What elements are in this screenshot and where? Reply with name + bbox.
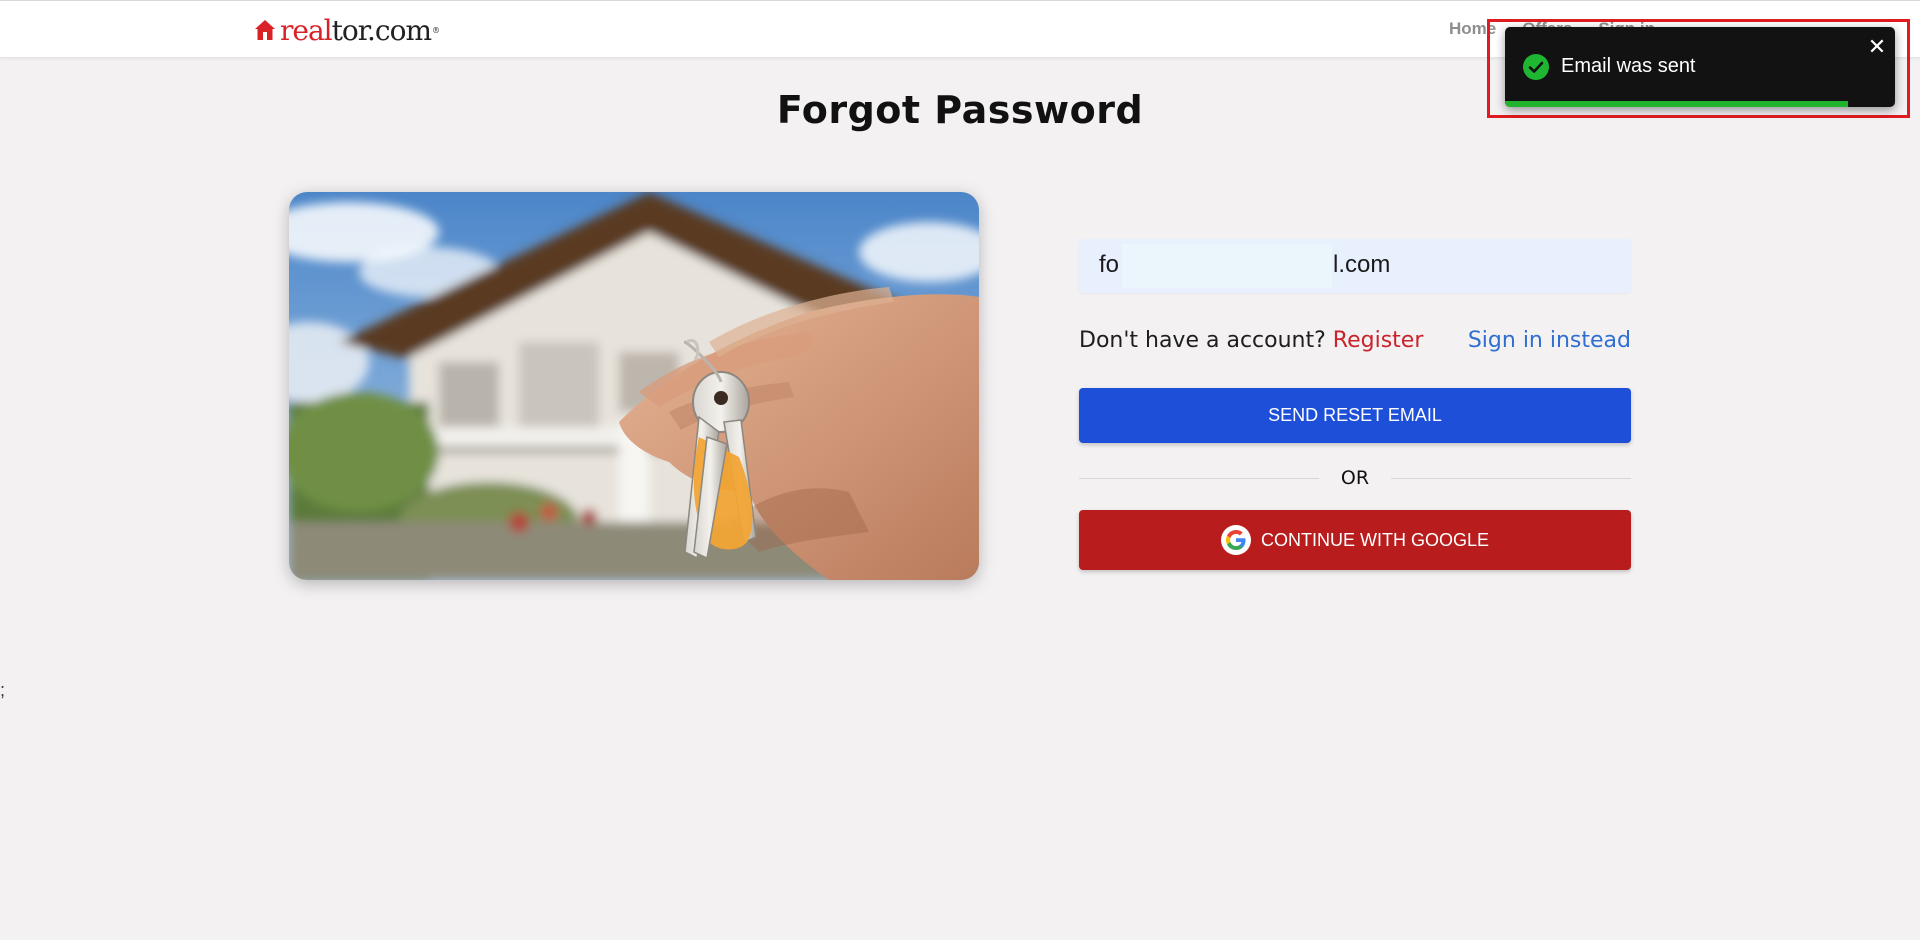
or-divider: OR xyxy=(1079,466,1632,490)
logo-text-tor: tor.com xyxy=(331,13,432,47)
email-prefix: fo xyxy=(1099,251,1120,278)
toast-message: Email was sent xyxy=(1561,55,1696,77)
sign-in-instead-link[interactable]: Sign in instead xyxy=(1468,328,1631,353)
logo-trademark: ® xyxy=(432,25,440,35)
toast-notification: Email was sent ✕ xyxy=(1505,27,1895,107)
email-suffix: l.com xyxy=(1333,251,1391,278)
send-reset-email-button[interactable]: SEND RESET EMAIL xyxy=(1079,388,1631,443)
email-value-display: fo l.com xyxy=(1099,251,1611,279)
stray-text: ; xyxy=(0,680,6,700)
continue-with-google-button[interactable]: CONTINUE WITH GOOGLE xyxy=(1079,510,1631,570)
hero-image-house-keys xyxy=(289,192,979,580)
register-link[interactable]: Register xyxy=(1333,328,1424,353)
account-links-row: Don't have a account? Register Sign in i… xyxy=(1079,325,1631,355)
send-reset-email-label: SEND RESET EMAIL xyxy=(1268,405,1442,425)
divider-line-right xyxy=(1391,477,1632,479)
realtor-logo[interactable]: real tor.com ® xyxy=(254,13,440,47)
divider-line-left xyxy=(1079,477,1319,479)
house-logo-icon xyxy=(255,20,275,40)
continue-with-google-label: CONTINUE WITH GOOGLE xyxy=(1260,529,1489,550)
google-icon xyxy=(1220,525,1251,555)
close-icon[interactable]: ✕ xyxy=(1865,35,1889,59)
no-account-text: Don't have a account? xyxy=(1079,327,1326,353)
toast-progress-bar xyxy=(1505,101,1849,107)
logo-text-real: real xyxy=(280,13,333,47)
house-keys-illustration xyxy=(289,192,979,580)
success-check-icon xyxy=(1523,54,1549,80)
toast-progress-track xyxy=(1505,101,1895,107)
no-account-group: Don't have a account? Register xyxy=(1079,328,1423,353)
divider-or-text: OR xyxy=(1340,467,1370,489)
